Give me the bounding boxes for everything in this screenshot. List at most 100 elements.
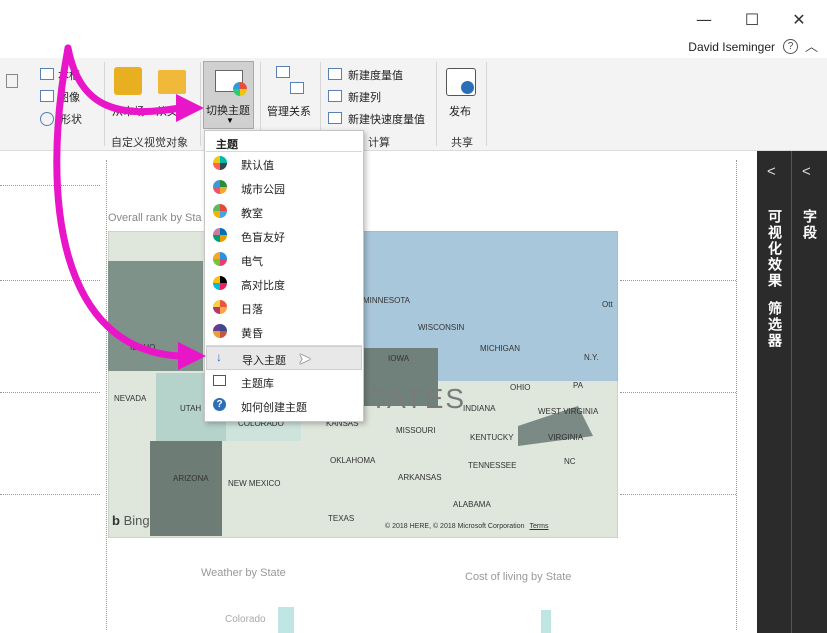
map-label: OHIO	[510, 383, 531, 392]
theme-item-twilight[interactable]: 黄昏	[206, 320, 362, 344]
palette-icon	[213, 180, 227, 194]
share-group-label: 共享	[451, 137, 473, 149]
map-label: IOWA	[388, 354, 410, 363]
new-quick-measure-button[interactable]: 新建快速度量值	[348, 111, 425, 127]
visual-border	[736, 160, 737, 630]
import-arrow-icon: ↓	[216, 350, 222, 364]
visualizations-pane[interactable]: < 可视化效果 筛选器	[757, 151, 791, 633]
help-icon[interactable]: ?	[783, 39, 798, 54]
map-label: TEXAS	[328, 514, 355, 523]
axis-label: Colorado	[225, 614, 266, 625]
help-icon: ?	[213, 398, 226, 411]
upload-arrow-icon	[461, 81, 474, 94]
visual-border	[0, 185, 100, 186]
user-name[interactable]: David Iseminger	[688, 40, 775, 54]
theme-item-classroom[interactable]: 教室	[206, 200, 362, 224]
shapes-icon	[40, 112, 54, 126]
map-label: WEST VIRGINIA	[538, 407, 599, 416]
map-label: MINNESOTA	[363, 296, 410, 305]
partial-button-icon[interactable]	[6, 74, 18, 88]
fields-pane[interactable]: < 字段	[792, 151, 827, 633]
visual-border	[106, 160, 107, 630]
terms-link[interactable]: Terms	[529, 523, 548, 530]
cost-visual-title: Cost of living by State	[465, 571, 572, 583]
visual-border	[0, 494, 100, 495]
bing-label: Bing	[123, 513, 150, 528]
visual-border	[620, 392, 736, 393]
theme-item-high-contrast[interactable]: 高对比度	[206, 272, 362, 296]
palette-icon	[213, 252, 227, 266]
map-label: KENTUCKY	[470, 433, 514, 442]
map-label: MICHIGAN	[480, 344, 520, 353]
map-label: N.Y.	[584, 353, 599, 362]
theme-item-default[interactable]: 默认值	[206, 152, 362, 176]
marketplace-icon	[114, 67, 142, 95]
calculations-group-label: 计算	[368, 137, 390, 149]
bing-b-icon: b	[112, 513, 120, 528]
map-visual-title: Overall rank by Sta	[108, 212, 202, 224]
region-arizona	[150, 441, 222, 536]
cost-bar[interactable]	[541, 610, 551, 633]
column-icon	[328, 90, 342, 102]
visual-border	[620, 280, 736, 281]
publish-icon	[446, 68, 476, 96]
new-column-button[interactable]: 新建列	[348, 89, 381, 105]
folder-icon	[158, 70, 186, 94]
collapse-ribbon-icon[interactable]: ︿	[805, 36, 818, 55]
map-label: IDAHO	[130, 343, 156, 352]
map-label: ALABAMA	[453, 500, 491, 509]
image-icon	[40, 90, 54, 102]
map-label: WISCONSIN	[418, 323, 465, 332]
palette-icon	[233, 82, 247, 96]
mouse-cursor-icon: ➤	[298, 351, 312, 368]
weather-bar[interactable]	[278, 607, 294, 633]
palette-icon	[213, 156, 227, 170]
close-button[interactable]: ✕	[779, 4, 819, 34]
map-label: UTAH	[180, 404, 202, 413]
calculator-icon	[328, 68, 342, 80]
map-label: PA	[573, 381, 584, 390]
maximize-button[interactable]: ☐	[732, 4, 772, 34]
map-label: MISSOURI	[396, 426, 436, 435]
palette-icon	[213, 228, 227, 242]
gallery-icon	[213, 375, 226, 386]
relationship-icon-2	[290, 82, 304, 94]
map-label: NC	[564, 457, 576, 466]
group-separator	[104, 62, 105, 146]
image-button[interactable]: 图像	[58, 89, 80, 105]
text-box-icon	[40, 68, 54, 80]
custom-visuals-group-label: 自定义视觉对象	[111, 137, 188, 149]
map-label: ARIZONA	[173, 474, 209, 483]
map-copyright: © 2018 HERE, © 2018 Microsoft Corporatio…	[385, 523, 549, 530]
manage-relationships-button[interactable]: 管理关系	[267, 103, 311, 119]
dropdown-arrow-icon: ▼	[226, 116, 234, 125]
theme-item-city-park[interactable]: 城市公园	[206, 176, 362, 200]
theme-item-electric[interactable]: 电气	[206, 248, 362, 272]
from-market-button[interactable]: 从市场	[112, 103, 145, 119]
theme-gallery-item[interactable]: 主题库	[206, 370, 362, 394]
copyright-text: © 2018 HERE, © 2018 Microsoft Corporatio…	[385, 523, 525, 530]
switch-theme-button[interactable]: 切换主题 ▼	[203, 61, 254, 129]
theme-item-colorblind[interactable]: 色盲友好	[206, 224, 362, 248]
weather-visual-title: Weather by State	[201, 567, 286, 579]
text-box-button[interactable]: 本框	[58, 67, 80, 83]
from-file-button[interactable]: 从文	[156, 103, 178, 119]
collapse-chevron-icon[interactable]: <	[767, 163, 776, 180]
import-theme-item[interactable]: ↓ 导入主题	[206, 346, 362, 370]
map-label: VIRGINIA	[548, 433, 584, 442]
how-to-create-theme-item[interactable]: ? 如何创建主题	[206, 394, 362, 418]
map-label: INDIANA	[463, 404, 496, 413]
theme-item-sunset[interactable]: 日落	[206, 296, 362, 320]
map-label: NEW MEXICO	[228, 479, 281, 488]
theme-dropdown-menu: 主题 默认值 城市公园 教室 色盲友好 电气 高对比度 日落 黄昏 ↓ 导入主题…	[204, 130, 364, 422]
shapes-button[interactable]: 形状	[60, 111, 82, 127]
publish-button[interactable]: 发布	[449, 103, 471, 119]
new-measure-button[interactable]: 新建度量值	[348, 67, 403, 83]
visual-border	[0, 392, 100, 393]
region-idaho-montana	[108, 261, 203, 371]
map-label: NEVADA	[114, 394, 147, 403]
fields-pane-title: 字段	[802, 209, 818, 241]
collapse-chevron-icon[interactable]: <	[802, 163, 811, 180]
palette-icon	[213, 276, 227, 290]
minimize-button[interactable]: —	[684, 4, 724, 34]
